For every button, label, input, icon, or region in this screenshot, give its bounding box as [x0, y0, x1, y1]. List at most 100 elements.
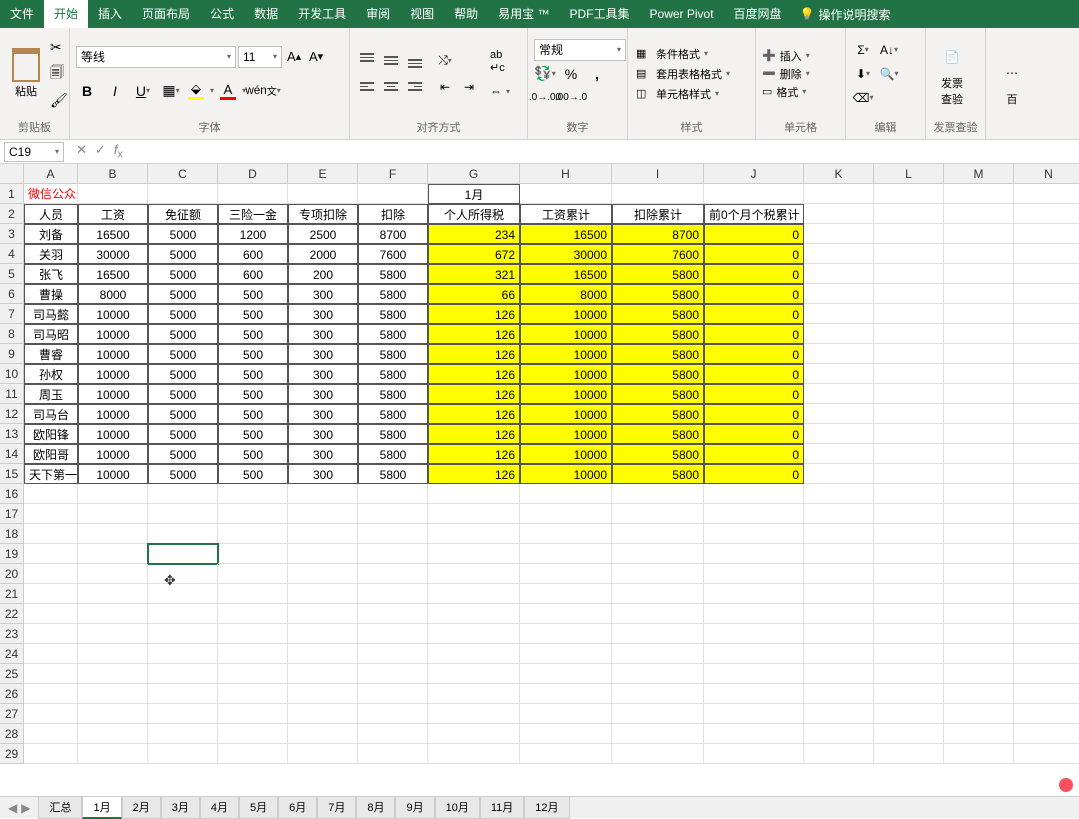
cell[interactable]: 周玉: [24, 384, 78, 404]
cell[interactable]: 66: [428, 284, 520, 304]
cell[interactable]: [612, 564, 704, 584]
cell[interactable]: 0: [704, 464, 804, 484]
cell[interactable]: 300: [288, 464, 358, 484]
cell[interactable]: 8000: [520, 284, 612, 304]
cell[interactable]: 免征额: [148, 204, 218, 224]
sheet-tab[interactable]: 5月: [239, 797, 278, 819]
font-name-select[interactable]: 等线▾: [76, 46, 236, 68]
cell[interactable]: [874, 404, 944, 424]
cell[interactable]: 30000: [520, 244, 612, 264]
cell[interactable]: 0: [704, 224, 804, 244]
cell[interactable]: [520, 604, 612, 624]
cell[interactable]: [804, 604, 874, 624]
cell[interactable]: [804, 204, 874, 224]
cell[interactable]: [148, 684, 218, 704]
col-header[interactable]: D: [218, 164, 288, 184]
cell[interactable]: [520, 544, 612, 564]
cell[interactable]: [24, 564, 78, 584]
cell[interactable]: 300: [288, 344, 358, 364]
col-header[interactable]: K: [804, 164, 874, 184]
cell[interactable]: 5800: [358, 364, 428, 384]
cell[interactable]: 10000: [78, 404, 148, 424]
cell[interactable]: [24, 724, 78, 744]
col-header[interactable]: G: [428, 164, 520, 184]
cell[interactable]: 300: [288, 364, 358, 384]
cell[interactable]: 5000: [148, 384, 218, 404]
decrease-decimal-icon[interactable]: .00→.0: [560, 87, 582, 109]
cell[interactable]: 5000: [148, 304, 218, 324]
cell[interactable]: [428, 604, 520, 624]
cell[interactable]: [148, 584, 218, 604]
cell[interactable]: [428, 704, 520, 724]
cell[interactable]: [358, 584, 428, 604]
cell[interactable]: [358, 184, 428, 204]
align-center-icon[interactable]: [380, 76, 402, 98]
cell[interactable]: [612, 704, 704, 724]
cell[interactable]: [944, 424, 1014, 444]
cell[interactable]: 5000: [148, 344, 218, 364]
cell[interactable]: [612, 504, 704, 524]
cell[interactable]: [804, 564, 874, 584]
cell[interactable]: 0: [704, 384, 804, 404]
cell[interactable]: [874, 504, 944, 524]
row-header[interactable]: 11: [0, 384, 24, 404]
cell[interactable]: 600: [218, 244, 288, 264]
name-box[interactable]: C19▾: [4, 142, 64, 162]
increase-font-icon[interactable]: A▴: [284, 47, 304, 67]
cell[interactable]: [1014, 724, 1079, 744]
row-header[interactable]: 7: [0, 304, 24, 324]
cell[interactable]: 500: [218, 444, 288, 464]
cell[interactable]: 10000: [78, 384, 148, 404]
cell[interactable]: 10000: [520, 344, 612, 364]
cell[interactable]: 300: [288, 444, 358, 464]
cell[interactable]: [804, 264, 874, 284]
cell[interactable]: [520, 724, 612, 744]
cell[interactable]: [944, 644, 1014, 664]
cell[interactable]: [874, 224, 944, 244]
cell[interactable]: [874, 384, 944, 404]
row-header[interactable]: 21: [0, 584, 24, 604]
cell[interactable]: 5800: [612, 384, 704, 404]
col-header[interactable]: A: [24, 164, 78, 184]
cell[interactable]: 司马昭: [24, 324, 78, 344]
cell[interactable]: [704, 564, 804, 584]
cell[interactable]: [874, 204, 944, 224]
cell[interactable]: 5800: [612, 444, 704, 464]
format-cells-button[interactable]: ▭格式▾: [762, 84, 810, 100]
row-header[interactable]: 13: [0, 424, 24, 444]
cell[interactable]: [428, 644, 520, 664]
cell[interactable]: [218, 504, 288, 524]
menu-tab-11[interactable]: PDF工具集: [560, 0, 640, 28]
cell[interactable]: [1014, 244, 1079, 264]
formula-input[interactable]: [131, 142, 1079, 162]
autosum-icon[interactable]: Σ▾: [852, 40, 874, 60]
align-middle-icon[interactable]: [380, 50, 402, 72]
cell[interactable]: [944, 484, 1014, 504]
cell[interactable]: [78, 184, 148, 204]
cell[interactable]: [520, 664, 612, 684]
cell[interactable]: [804, 544, 874, 564]
cell[interactable]: [24, 704, 78, 724]
cell[interactable]: 刘备: [24, 224, 78, 244]
cell[interactable]: [288, 704, 358, 724]
sheet-tab[interactable]: 汇总: [38, 797, 82, 819]
cell[interactable]: [874, 464, 944, 484]
cell[interactable]: [1014, 564, 1079, 584]
cell[interactable]: [428, 724, 520, 744]
cell[interactable]: [1014, 744, 1079, 764]
cell[interactable]: [288, 724, 358, 744]
cell[interactable]: [874, 424, 944, 444]
cell[interactable]: 10000: [520, 304, 612, 324]
cell[interactable]: [944, 684, 1014, 704]
cell[interactable]: 10000: [520, 384, 612, 404]
cell[interactable]: [218, 684, 288, 704]
increase-decimal-icon[interactable]: .0→.00: [534, 87, 556, 109]
row-header[interactable]: 1: [0, 184, 24, 204]
cell[interactable]: 0: [704, 344, 804, 364]
cell[interactable]: [612, 684, 704, 704]
cell[interactable]: [944, 604, 1014, 624]
cell[interactable]: [704, 604, 804, 624]
cell[interactable]: [218, 744, 288, 764]
row-header[interactable]: 25: [0, 664, 24, 684]
cell[interactable]: [148, 644, 218, 664]
